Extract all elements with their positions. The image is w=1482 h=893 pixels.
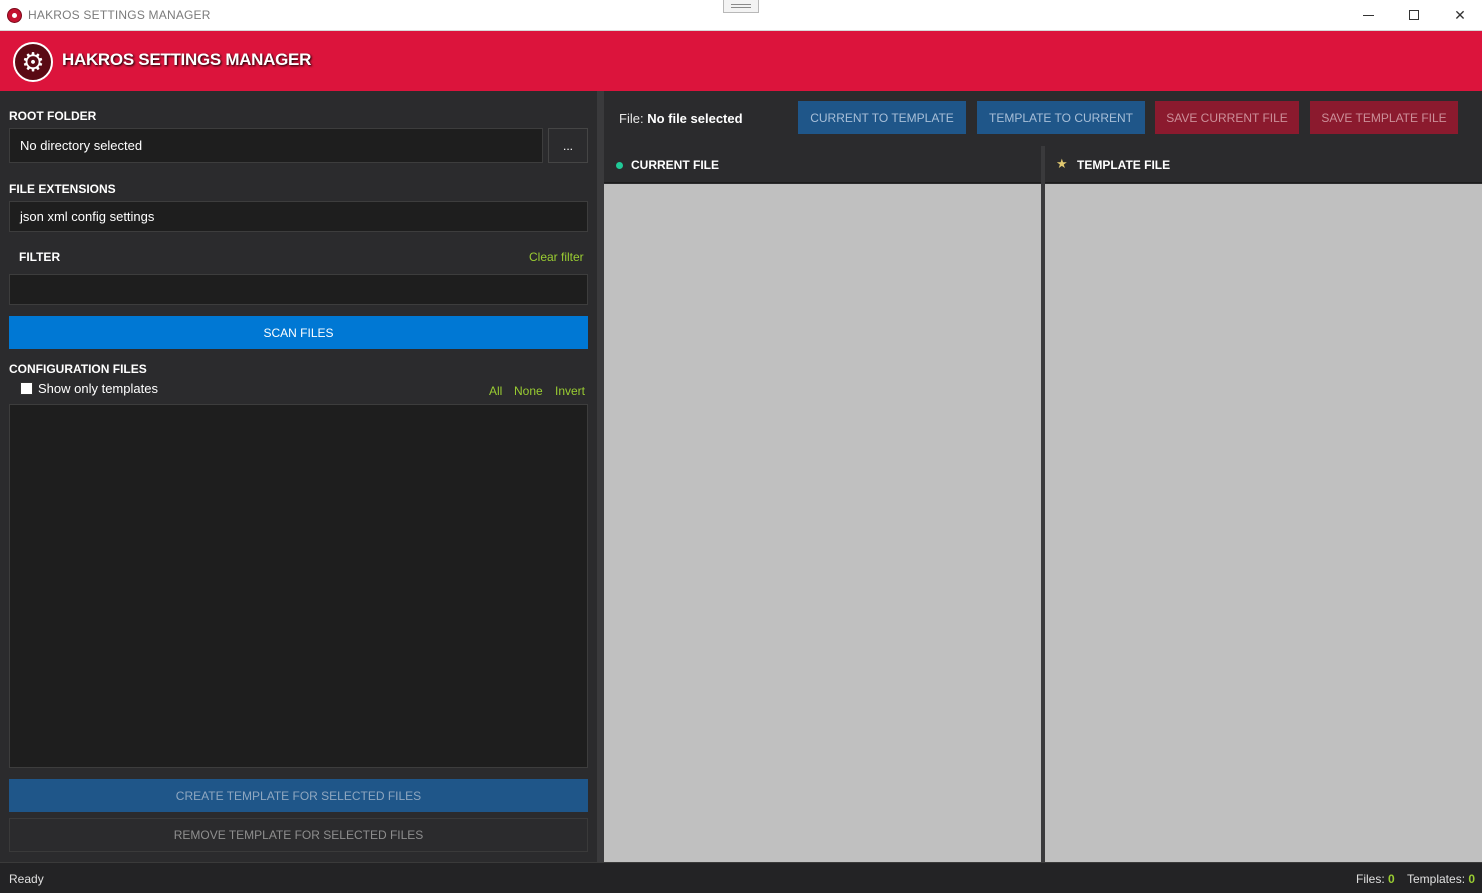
- selected-file-value: No file selected: [647, 111, 743, 126]
- star-icon: ★: [1056, 156, 1068, 171]
- templates-count: Templates: 0: [1407, 872, 1475, 886]
- minimize-icon: [1362, 14, 1374, 16]
- drag-handle-icon[interactable]: [723, 0, 759, 13]
- filter-label: FILTER: [19, 250, 61, 264]
- file-prefix-label: File:: [619, 111, 644, 126]
- file-extensions-input[interactable]: json xml config settings: [9, 201, 588, 232]
- app-icon: [7, 8, 22, 23]
- save-current-file-button[interactable]: SAVE CURRENT FILE: [1155, 101, 1299, 134]
- status-bar: Ready Files: 0 Templates: 0: [0, 862, 1482, 893]
- clear-filter-link[interactable]: Clear filter: [529, 250, 584, 264]
- selected-file-info: File: No file selected: [619, 111, 743, 126]
- template-file-header: ★ TEMPLATE FILE: [1045, 146, 1482, 183]
- configuration-file-list[interactable]: [9, 404, 588, 768]
- templates-count-value: 0: [1468, 872, 1476, 886]
- show-only-templates-checkbox[interactable]: [20, 382, 33, 395]
- gear-icon: ⚙: [21, 47, 45, 77]
- maximize-button[interactable]: [1391, 0, 1437, 30]
- template-file-editor[interactable]: [1045, 184, 1482, 862]
- app-title: HAKROS SETTINGS MANAGER: [62, 50, 312, 69]
- close-icon: ✕: [1454, 6, 1466, 23]
- window-title: HAKROS SETTINGS MANAGER: [28, 8, 211, 22]
- current-to-template-button[interactable]: CURRENT TO TEMPLATE: [798, 101, 966, 134]
- panel-splitter[interactable]: [597, 91, 604, 862]
- templates-label: Templates:: [1407, 872, 1466, 886]
- select-all-link[interactable]: All: [489, 384, 502, 398]
- select-none-link[interactable]: None: [514, 384, 543, 398]
- window-titlebar: HAKROS SETTINGS MANAGER ✕: [0, 0, 1482, 31]
- root-folder-label: ROOT FOLDER: [9, 109, 97, 123]
- show-only-templates-row[interactable]: Show only templates: [20, 381, 158, 396]
- template-file-title: TEMPLATE FILE: [1077, 158, 1171, 172]
- current-file-title: CURRENT FILE: [631, 158, 719, 172]
- save-template-file-button[interactable]: SAVE TEMPLATE FILE: [1310, 101, 1458, 134]
- files-count-value: 0: [1388, 872, 1395, 886]
- remove-template-button[interactable]: REMOVE TEMPLATE FOR SELECTED FILES: [9, 818, 588, 852]
- current-file-header: CURRENT FILE: [604, 146, 1041, 183]
- configuration-files-label: CONFIGURATION FILES: [9, 362, 147, 376]
- scan-files-button[interactable]: SCAN FILES: [9, 316, 588, 349]
- dot-icon: [616, 162, 623, 169]
- browse-folder-button[interactable]: ...: [548, 128, 588, 163]
- select-invert-link[interactable]: Invert: [555, 384, 585, 398]
- root-folder-input[interactable]: No directory selected: [9, 128, 543, 163]
- logo: ⚙: [13, 42, 53, 82]
- template-to-current-button[interactable]: TEMPLATE TO CURRENT: [977, 101, 1145, 134]
- files-label: Files:: [1356, 872, 1385, 886]
- editor-toolbar: File: No file selected CURRENT TO TEMPLA…: [604, 91, 1482, 146]
- maximize-icon: [1409, 10, 1419, 20]
- current-file-editor[interactable]: [604, 184, 1041, 862]
- minimize-button[interactable]: [1345, 0, 1391, 30]
- files-count: Files: 0: [1356, 872, 1395, 886]
- status-text: Ready: [9, 872, 44, 886]
- close-button[interactable]: ✕: [1437, 0, 1482, 30]
- show-only-templates-label: Show only templates: [38, 381, 158, 396]
- file-extensions-label: FILE EXTENSIONS: [9, 182, 116, 196]
- create-template-button[interactable]: CREATE TEMPLATE FOR SELECTED FILES: [9, 779, 588, 812]
- filter-input[interactable]: [9, 274, 588, 305]
- left-panel: ROOT FOLDER No directory selected ... FI…: [0, 91, 597, 862]
